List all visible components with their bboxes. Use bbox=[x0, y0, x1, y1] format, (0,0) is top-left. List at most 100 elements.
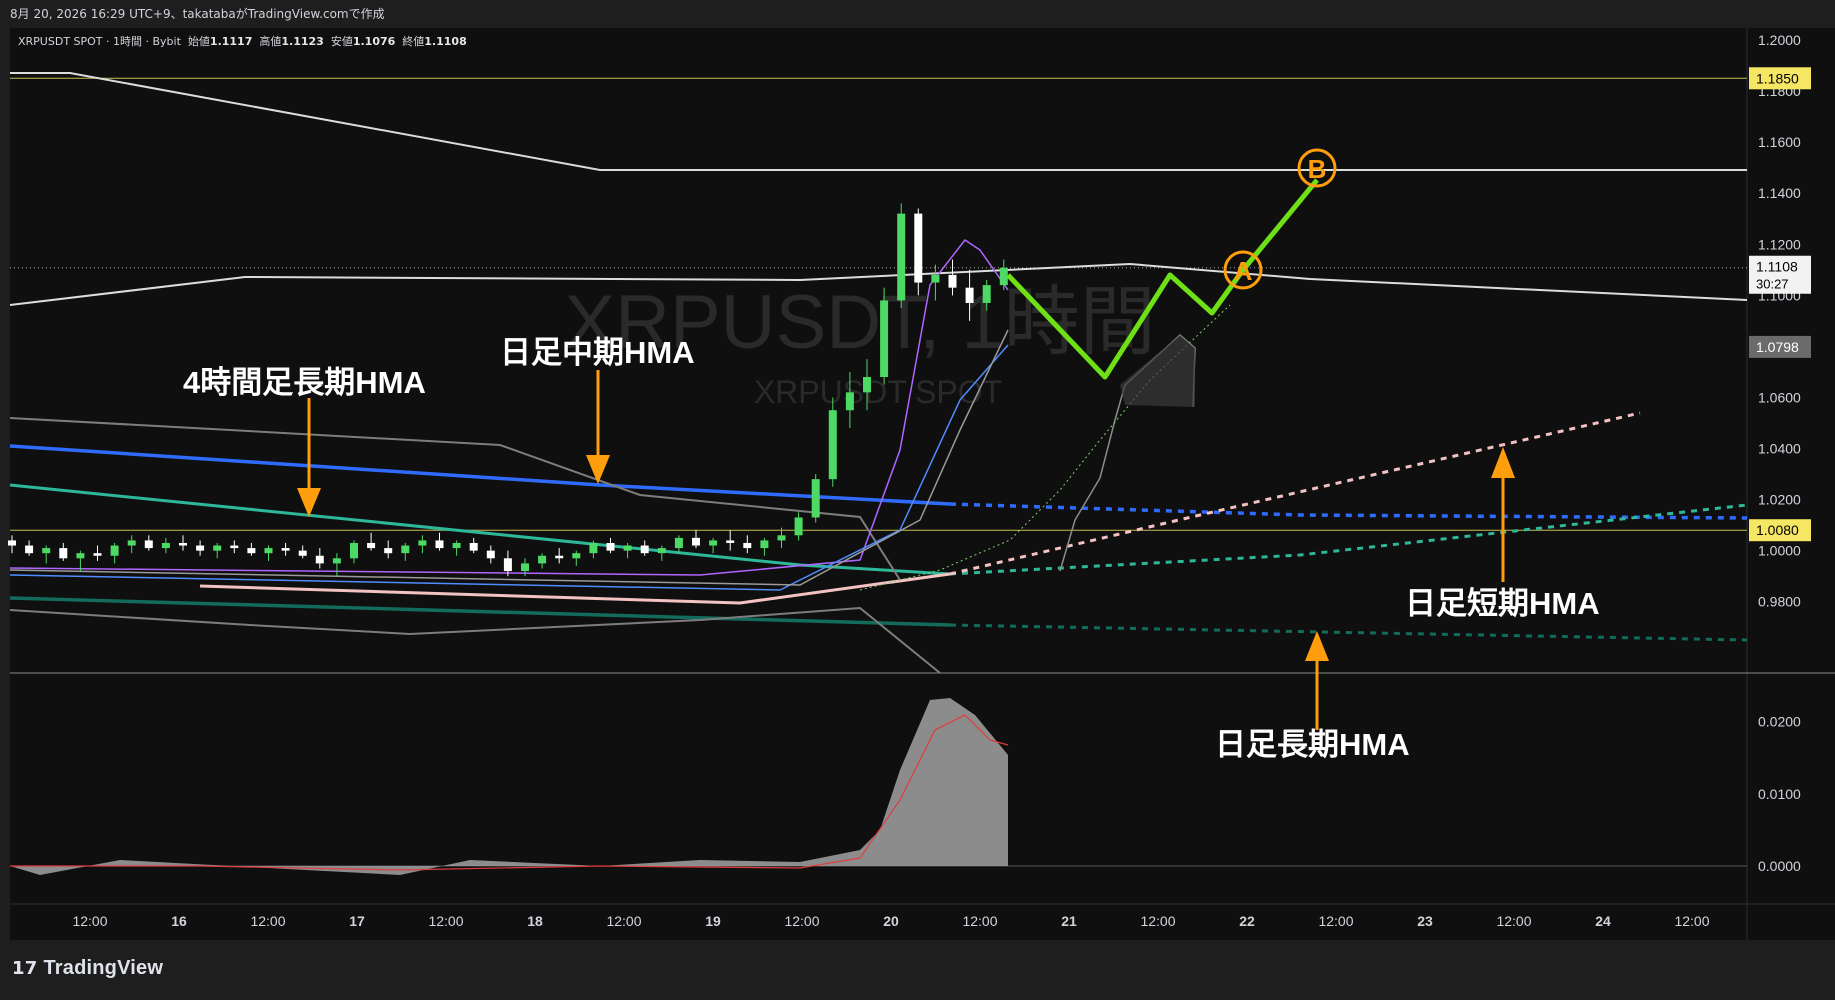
candle-body-53 bbox=[914, 213, 923, 283]
candle-body-20 bbox=[350, 542, 358, 559]
legend-high: 1.1123 bbox=[281, 35, 324, 48]
candle-body-31 bbox=[538, 555, 547, 564]
candle-body-9 bbox=[161, 542, 170, 549]
time-tick-0: 12:00 bbox=[72, 913, 107, 929]
candle-body-33 bbox=[572, 553, 581, 559]
candle-body-25 bbox=[435, 540, 444, 549]
time-tick-10: 12:00 bbox=[962, 913, 997, 929]
candle-body-26 bbox=[452, 542, 461, 549]
legend-high-label: 高値 bbox=[259, 35, 282, 48]
time-tick-9: 20 bbox=[883, 913, 899, 929]
price-tick-3: 1.1400 bbox=[1758, 185, 1801, 201]
candle-body-43 bbox=[743, 542, 752, 549]
time-tick-4: 12:00 bbox=[428, 913, 463, 929]
price-tick-4: 1.1200 bbox=[1758, 236, 1801, 252]
time-tick-17: 24 bbox=[1595, 913, 1611, 929]
candle-body-38 bbox=[657, 548, 666, 554]
candle-body-10 bbox=[179, 542, 187, 546]
candle-body-30 bbox=[521, 563, 529, 572]
candle-body-57 bbox=[982, 285, 991, 303]
price-badge-2: 1.0798 bbox=[1756, 339, 1799, 355]
legend-open: 1.1117 bbox=[209, 35, 253, 48]
tradingview-logo-icon: 𝟭𝟳 bbox=[12, 958, 38, 978]
candle-body-54 bbox=[931, 274, 940, 283]
marker-b-label: B bbox=[1308, 154, 1327, 184]
tradingview-logo-text: TradingView bbox=[43, 957, 164, 979]
legend-low-label: 安値 bbox=[330, 35, 353, 48]
time-tick-16: 12:00 bbox=[1496, 913, 1531, 929]
time-tick-7: 19 bbox=[705, 913, 721, 929]
osc-tick-1: 0.0100 bbox=[1758, 786, 1801, 802]
candle-body-41 bbox=[709, 540, 718, 546]
candle-body-44 bbox=[760, 540, 769, 549]
candle-body-2 bbox=[42, 548, 51, 554]
legend-close: 1.1108 bbox=[424, 35, 467, 48]
price-tick-8: 1.0200 bbox=[1758, 492, 1801, 508]
time-tick-5: 18 bbox=[527, 913, 543, 929]
candle-body-29 bbox=[503, 558, 512, 572]
price-badge-0: 1.1850 bbox=[1756, 70, 1799, 86]
candle-body-12 bbox=[213, 545, 222, 551]
candle-body-1 bbox=[25, 545, 34, 554]
price-tick-10: 0.9800 bbox=[1758, 594, 1801, 610]
legend-symbol: XRPUSDT SPOT · 1時間 · Bybit bbox=[18, 35, 181, 48]
candle-body-4 bbox=[76, 553, 85, 559]
candle-body-14 bbox=[247, 548, 256, 554]
candle-body-34 bbox=[589, 542, 598, 554]
candle-body-50 bbox=[863, 377, 871, 393]
candle-body-47 bbox=[811, 479, 820, 518]
candle-body-49 bbox=[845, 392, 854, 411]
label-daily-mid-hma: 日足中期HMA bbox=[500, 335, 695, 370]
candle-body-32 bbox=[555, 555, 564, 559]
time-tick-14: 12:00 bbox=[1318, 913, 1353, 929]
candle-body-21 bbox=[367, 542, 376, 549]
candle-body-28 bbox=[486, 550, 495, 559]
candle-body-55 bbox=[948, 274, 957, 288]
price-badge-1: 1.1108 bbox=[1756, 259, 1798, 275]
price-chart[interactable]: XRPUSDT, 1時間 XRPUSDT SPOT 1.20001.18001.… bbox=[0, 0, 1835, 940]
candle-body-51 bbox=[880, 300, 889, 378]
time-tick-12: 12:00 bbox=[1140, 913, 1175, 929]
time-tick-3: 17 bbox=[349, 913, 365, 929]
price-badge-3: 1.0080 bbox=[1756, 522, 1799, 538]
candle-body-16 bbox=[281, 548, 290, 551]
legend-close-label: 終値 bbox=[402, 35, 425, 48]
candle-body-37 bbox=[640, 545, 649, 554]
price-tick-0: 1.2000 bbox=[1758, 32, 1801, 48]
candle-body-13 bbox=[230, 545, 239, 549]
label-4h-long-hma: 4時間足長期HMA bbox=[183, 365, 426, 400]
candle-body-7 bbox=[127, 540, 136, 546]
candle-body-45 bbox=[777, 535, 786, 541]
time-tick-8: 12:00 bbox=[784, 913, 819, 929]
candle-body-56 bbox=[965, 287, 974, 303]
candle-body-22 bbox=[384, 548, 393, 554]
candle-body-42 bbox=[726, 540, 735, 543]
label-daily-short-hma: 日足短期HMA bbox=[1405, 586, 1600, 621]
tradingview-logo[interactable]: 𝟭𝟳 TradingView bbox=[12, 957, 163, 980]
time-tick-15: 23 bbox=[1417, 913, 1433, 929]
footer-bar bbox=[0, 940, 1835, 1000]
candle-body-0 bbox=[8, 540, 16, 546]
time-tick-11: 21 bbox=[1061, 913, 1077, 929]
candle-body-46 bbox=[794, 517, 803, 536]
candle-body-8 bbox=[144, 540, 153, 549]
candle-body-3 bbox=[59, 548, 68, 559]
price-tick-9: 1.0000 bbox=[1758, 543, 1801, 559]
symbol-legend[interactable]: XRPUSDT SPOT · 1時間 · Bybit 始値1.1117 高値1.… bbox=[18, 33, 467, 49]
marker-a-label: A bbox=[1234, 256, 1253, 286]
candle-body-27 bbox=[469, 542, 478, 551]
time-tick-1: 16 bbox=[171, 913, 187, 929]
candle-body-35 bbox=[606, 542, 615, 551]
candle-body-18 bbox=[315, 555, 324, 564]
time-tick-6: 12:00 bbox=[606, 913, 641, 929]
legend-low: 1.1076 bbox=[352, 35, 396, 48]
price-tick-2: 1.1600 bbox=[1758, 134, 1801, 150]
candle-body-17 bbox=[298, 550, 307, 556]
candle-body-24 bbox=[418, 540, 427, 546]
watermark-subtitle: XRPUSDT SPOT bbox=[754, 374, 1002, 410]
osc-tick-2: 0.0000 bbox=[1758, 858, 1801, 874]
price-tick-6: 1.0600 bbox=[1758, 389, 1801, 405]
legend-open-label: 始値 bbox=[187, 35, 210, 48]
candle-body-19 bbox=[332, 558, 341, 564]
time-tick-2: 12:00 bbox=[250, 913, 285, 929]
